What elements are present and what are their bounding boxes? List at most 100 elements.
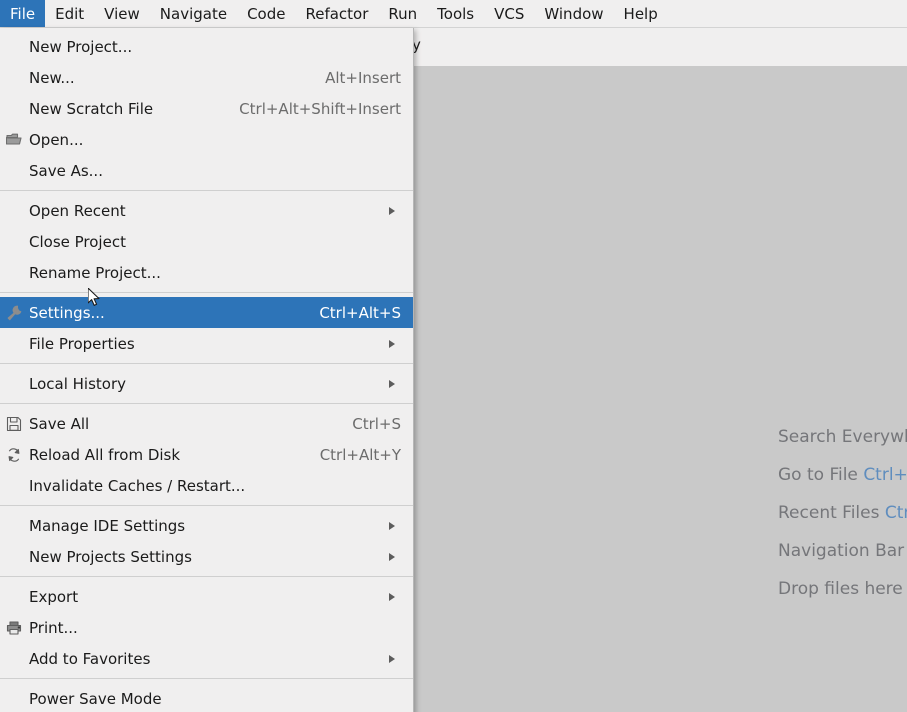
menu-item-add-to-favorites[interactable]: Add to Favorites bbox=[0, 643, 413, 674]
menu-separator bbox=[0, 403, 413, 404]
menu-item-new[interactable]: New... Alt+Insert bbox=[0, 62, 413, 93]
menu-item-export[interactable]: Export bbox=[0, 581, 413, 612]
menu-item-new-project[interactable]: New Project... bbox=[0, 31, 413, 62]
menu-item-new-scratch-file[interactable]: New Scratch File Ctrl+Alt+Shift+Insert bbox=[0, 93, 413, 124]
printer-icon bbox=[5, 619, 23, 637]
menubar-item-label: Run bbox=[388, 5, 417, 23]
menu-item-open[interactable]: Open... bbox=[0, 124, 413, 155]
menu-item-label: Manage IDE Settings bbox=[29, 517, 185, 535]
menu-item-print[interactable]: Print... bbox=[0, 612, 413, 643]
menu-item-save-as[interactable]: Save As... bbox=[0, 155, 413, 186]
menubar-item-help[interactable]: Help bbox=[614, 0, 668, 27]
menubar-item-code[interactable]: Code bbox=[237, 0, 295, 27]
menubar-item-label: View bbox=[104, 5, 140, 23]
menu-item-label: Power Save Mode bbox=[29, 690, 162, 708]
menu-item-label: Add to Favorites bbox=[29, 650, 150, 668]
submenu-arrow-icon bbox=[389, 207, 395, 215]
menubar-item-label: Refactor bbox=[305, 5, 368, 23]
menubar-item-navigate[interactable]: Navigate bbox=[150, 0, 237, 27]
editor-hint-text: Go to File bbox=[778, 465, 863, 485]
menu-item-invalidate-caches-restart[interactable]: Invalidate Caches / Restart... bbox=[0, 470, 413, 501]
editor-hint-shortcut: Ctrl+Shift+N bbox=[863, 465, 907, 485]
menubar-item-label: Edit bbox=[55, 5, 84, 23]
menu-item-shortcut: Ctrl+Alt+Shift+Insert bbox=[215, 100, 401, 118]
editor-hint-text: Navigation Bar bbox=[778, 541, 907, 561]
submenu-arrow-icon bbox=[389, 340, 395, 348]
menu-item-label: Open Recent bbox=[29, 202, 126, 220]
menu-item-shortcut: Ctrl+Alt+Y bbox=[296, 446, 401, 464]
save-icon bbox=[5, 415, 23, 433]
menubar-item-view[interactable]: View bbox=[94, 0, 150, 27]
menu-item-power-save-mode[interactable]: Power Save Mode bbox=[0, 683, 413, 712]
menubar-item-window[interactable]: Window bbox=[534, 0, 613, 27]
menu-item-close-project[interactable]: Close Project bbox=[0, 226, 413, 257]
menu-item-reload-all-from-disk[interactable]: Reload All from Disk Ctrl+Alt+Y bbox=[0, 439, 413, 470]
editor-hint-row: Drop files here to open them bbox=[560, 570, 907, 608]
menubar-item-label: Help bbox=[624, 5, 658, 23]
folder-icon bbox=[5, 131, 23, 149]
editor-hint-text: Search Everywhere bbox=[778, 427, 907, 447]
menubar-item-label: File bbox=[10, 5, 35, 23]
menu-item-label: Print... bbox=[29, 619, 78, 637]
menu-item-label: Save All bbox=[29, 415, 89, 433]
menu-item-label: Invalidate Caches / Restart... bbox=[29, 477, 245, 495]
menu-item-save-all[interactable]: Save All Ctrl+S bbox=[0, 408, 413, 439]
menu-item-label: Close Project bbox=[29, 233, 126, 251]
menu-separator bbox=[0, 363, 413, 364]
menubar-item-label: Code bbox=[247, 5, 285, 23]
menubar-item-label: Tools bbox=[437, 5, 474, 23]
menubar-item-file[interactable]: File bbox=[0, 0, 45, 27]
menu-item-label: Reload All from Disk bbox=[29, 446, 180, 464]
file-menu-dropdown[interactable]: New Project... New... Alt+Insert New Scratc… bbox=[0, 28, 414, 712]
editor-hint-row: Search EverywhereDouble Shift bbox=[560, 418, 907, 456]
menu-item-label: New Project... bbox=[29, 38, 132, 56]
menubar-item-label: VCS bbox=[494, 5, 524, 23]
menubar-item-tools[interactable]: Tools bbox=[427, 0, 484, 27]
menu-item-label: Open... bbox=[29, 131, 83, 149]
editor-hint-text: Drop files here to open them bbox=[778, 579, 907, 599]
editor-hint-text: Recent Files bbox=[778, 503, 885, 523]
menu-separator bbox=[0, 292, 413, 293]
menu-separator bbox=[0, 576, 413, 577]
menubar-item-label: Navigate bbox=[160, 5, 227, 23]
menu-item-shortcut: Ctrl+Alt+S bbox=[295, 304, 401, 322]
ide-window: y Search EverywhereDouble ShiftGo to Fil… bbox=[0, 0, 907, 712]
submenu-arrow-icon bbox=[389, 553, 395, 561]
menu-item-manage-ide-settings[interactable]: Manage IDE Settings bbox=[0, 510, 413, 541]
menubar-item-label: Window bbox=[544, 5, 603, 23]
menubar-item-vcs[interactable]: VCS bbox=[484, 0, 534, 27]
submenu-arrow-icon bbox=[389, 380, 395, 388]
menu-separator bbox=[0, 505, 413, 506]
menu-item-label: Export bbox=[29, 588, 78, 606]
editor-hint-row: Go to File Ctrl+Shift+N bbox=[560, 456, 907, 494]
menu-item-label: File Properties bbox=[29, 335, 135, 353]
menu-item-new-projects-settings[interactable]: New Projects Settings bbox=[0, 541, 413, 572]
menu-item-shortcut: Ctrl+S bbox=[328, 415, 401, 433]
menubar-item-run[interactable]: Run bbox=[378, 0, 427, 27]
wrench-icon bbox=[5, 304, 23, 322]
editor-hint-shortcut: Ctrl+E bbox=[885, 503, 907, 523]
menu-item-label: Settings... bbox=[29, 304, 105, 322]
menu-item-label: New Scratch File bbox=[29, 100, 153, 118]
menubar-item-edit[interactable]: Edit bbox=[45, 0, 94, 27]
menu-item-open-recent[interactable]: Open Recent bbox=[0, 195, 413, 226]
menu-item-label: New Projects Settings bbox=[29, 548, 192, 566]
editor-hint-row: Recent Files Ctrl+E bbox=[560, 494, 907, 532]
editor-hint-row: Navigation Bar Alt+Home bbox=[560, 532, 907, 570]
menu-item-label: New... bbox=[29, 69, 75, 87]
menu-item-shortcut: Alt+Insert bbox=[301, 69, 401, 87]
menu-item-label: Save As... bbox=[29, 162, 103, 180]
menu-item-file-properties[interactable]: File Properties bbox=[0, 328, 413, 359]
menu-item-rename-project[interactable]: Rename Project... bbox=[0, 257, 413, 288]
submenu-arrow-icon bbox=[389, 593, 395, 601]
submenu-arrow-icon bbox=[389, 522, 395, 530]
menu-item-label: Local History bbox=[29, 375, 126, 393]
main-menu-bar[interactable]: File Edit View Navigate Code Refactor Run Tools… bbox=[0, 0, 907, 28]
reload-icon bbox=[5, 446, 23, 464]
menu-item-local-history[interactable]: Local History bbox=[0, 368, 413, 399]
menubar-item-refactor[interactable]: Refactor bbox=[295, 0, 378, 27]
menu-separator bbox=[0, 190, 413, 191]
submenu-arrow-icon bbox=[389, 655, 395, 663]
menu-item-settings[interactable]: Settings... Ctrl+Alt+S bbox=[0, 297, 413, 328]
menu-item-label: Rename Project... bbox=[29, 264, 161, 282]
